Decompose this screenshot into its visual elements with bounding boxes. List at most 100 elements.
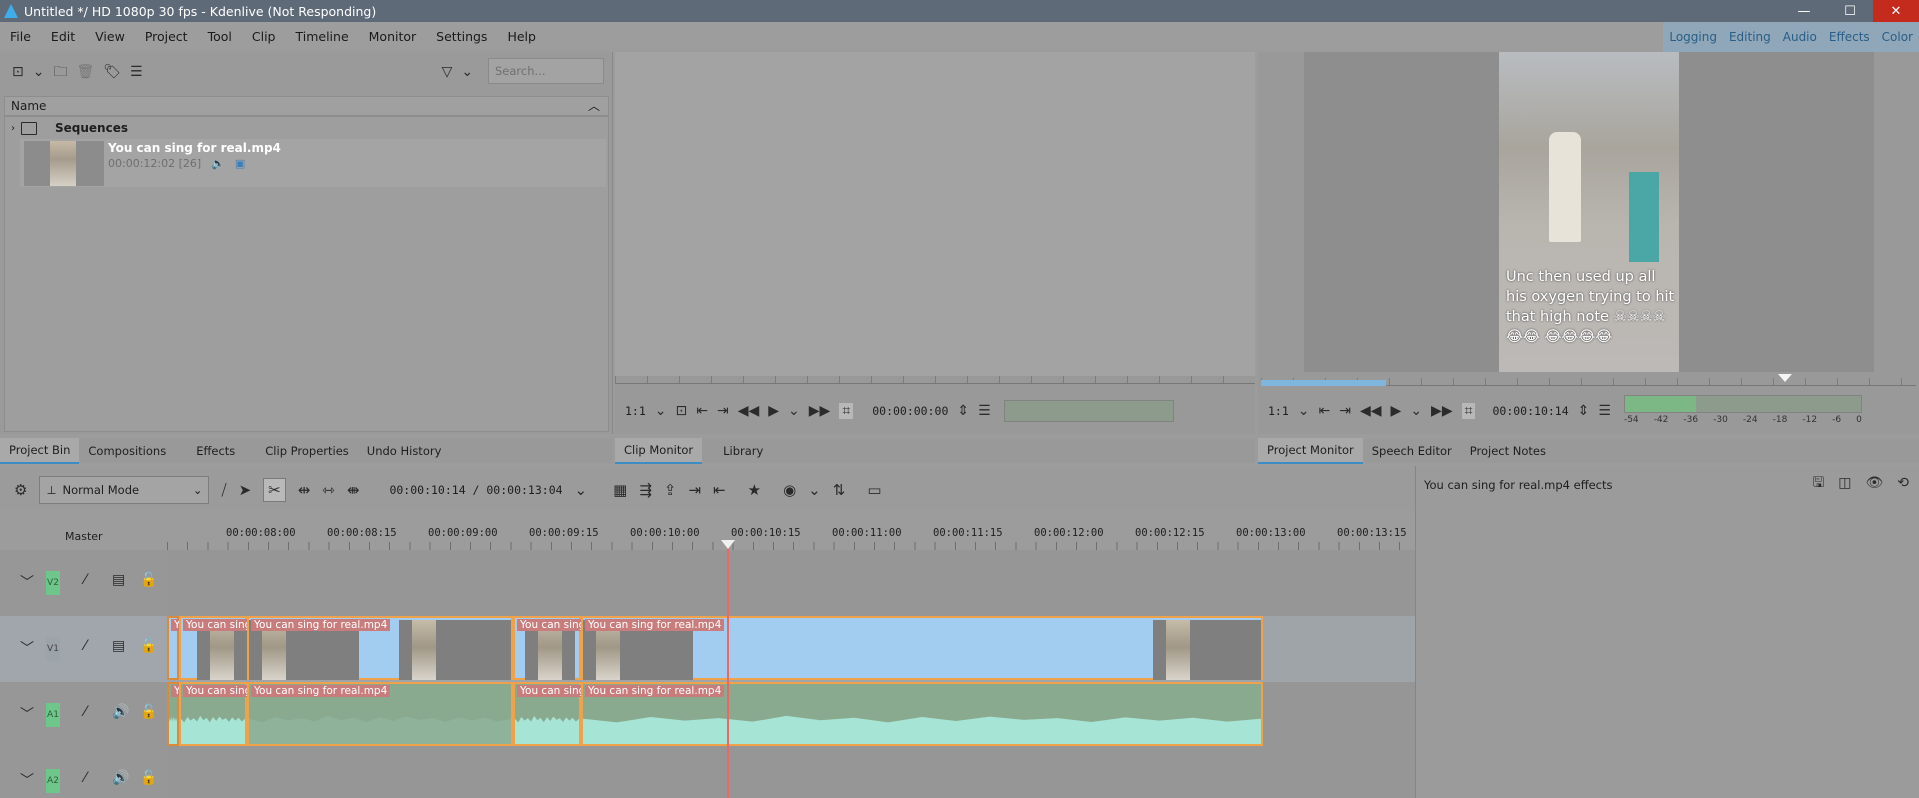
timeline-clip[interactable]: You can sing	[179, 616, 255, 680]
tab-project-bin[interactable]: Project Bin	[0, 438, 80, 464]
chevron-down-icon[interactable]: ⌄	[808, 481, 821, 499]
timeline-tracks[interactable]: Y You can sing You can sing for real.mp4…	[167, 550, 1415, 798]
menu-settings[interactable]: Settings	[426, 29, 497, 44]
favorite-star-icon[interactable]: ★	[748, 481, 761, 499]
track-header-a1[interactable]: ﹀ A1 ⁄ 🔊 🔓	[0, 682, 167, 748]
bin-search-input[interactable]: Search...	[488, 58, 604, 84]
mixer-icon[interactable]: ⇅	[833, 481, 846, 499]
timeline-clip[interactable]: You can sing for real.mp4	[581, 616, 1263, 680]
lock-icon[interactable]: 🔓	[140, 638, 157, 654]
menu-file[interactable]: File	[0, 29, 41, 44]
collapse-track-icon[interactable]: ﹀	[20, 572, 34, 592]
menu-timeline[interactable]: Timeline	[285, 29, 358, 44]
set-out-icon[interactable]: ⇥	[1339, 404, 1351, 418]
clip-monitor-timecode[interactable]: 00:00:00:00	[872, 404, 948, 418]
menu-clip[interactable]: Clip	[242, 29, 286, 44]
set-in-icon[interactable]: ⇤	[696, 404, 708, 418]
zoom-select[interactable]: 1:1	[1268, 404, 1289, 418]
expand-arrow-icon[interactable]: ›	[11, 123, 15, 134]
playhead-handle[interactable]	[721, 540, 735, 549]
edit-mode-select[interactable]: ⊥ Normal Mode ⌄	[39, 476, 210, 504]
close-button[interactable]: ✕	[1873, 0, 1919, 22]
subtitle-icon[interactable]: ▭	[867, 481, 881, 499]
chevron-down-icon[interactable]: ⌄	[655, 404, 667, 418]
tab-clip-properties[interactable]: Clip Properties	[256, 439, 358, 463]
menu-help[interactable]: Help	[497, 29, 546, 44]
select-tool-icon[interactable]: ➤	[239, 481, 252, 499]
track-header-a2[interactable]: ﹀ A2 ⁄ 🔊 🔓	[0, 748, 167, 798]
spacer-tool-icon[interactable]: ⇹	[298, 481, 311, 499]
ripple-tool-icon[interactable]: ⇿	[322, 481, 335, 499]
timecode-spinner-icon[interactable]: ⇕	[957, 404, 969, 418]
layout-audio[interactable]: Audio	[1777, 30, 1823, 44]
track-lane-a1[interactable]: Y You can sing You can sing for real.mp4…	[167, 682, 1415, 748]
razor-all-icon[interactable]: ⧸	[221, 481, 226, 499]
track-lane-v2[interactable]	[167, 550, 1415, 616]
effects-wand-icon[interactable]: ⁄	[84, 572, 86, 588]
chevron-down-icon[interactable]: ⌄	[461, 65, 473, 79]
tab-clip-monitor[interactable]: Clip Monitor	[615, 438, 703, 464]
film-icon[interactable]: ▤	[112, 638, 125, 654]
clip-monitor-ruler[interactable]	[615, 376, 1255, 384]
effects-wand-icon[interactable]: ⁄	[84, 770, 86, 786]
layout-color[interactable]: Color	[1876, 30, 1919, 44]
maximize-button[interactable]: ☐	[1827, 0, 1873, 22]
audio-clip[interactable]: You can sing for real.mp4	[581, 682, 1263, 746]
timeline-clip[interactable]: You can sing for real.mp4	[247, 616, 513, 680]
audio-clip[interactable]: You can sing for real.mp4	[247, 682, 513, 746]
split-icon[interactable]: ⇤	[713, 481, 726, 499]
layout-logging[interactable]: Logging	[1663, 30, 1723, 44]
chevron-down-icon[interactable]: ⌄	[575, 481, 588, 499]
lock-icon[interactable]: 🔓	[140, 704, 157, 720]
set-in-icon[interactable]: ⇤	[1319, 404, 1331, 418]
chevron-down-icon[interactable]: ⌄	[33, 65, 45, 79]
lock-icon[interactable]: 🔓	[140, 572, 157, 588]
eye-icon[interactable]: 👁	[1865, 476, 1883, 490]
timeline-clip[interactable]: Y	[167, 616, 184, 680]
forward-icon[interactable]: ▶▶	[1431, 404, 1453, 418]
hamburger-menu-icon[interactable]: ☰	[130, 65, 143, 79]
audio-icon[interactable]: 🔈	[211, 157, 225, 170]
speaker-icon[interactable]: 🔊	[112, 704, 129, 720]
lift-icon[interactable]: ⇥	[688, 481, 701, 499]
timeline-settings-icon[interactable]: ⚙	[14, 481, 27, 499]
menu-view[interactable]: View	[85, 29, 135, 44]
set-out-icon[interactable]: ⇥	[717, 404, 729, 418]
project-monitor-timecode[interactable]: 00:00:10:14	[1492, 404, 1568, 418]
bin-column-header[interactable]: Name ︿	[4, 96, 609, 116]
tab-compositions[interactable]: Compositions	[79, 439, 175, 463]
video-icon[interactable]: ▣	[235, 157, 245, 170]
tab-project-monitor[interactable]: Project Monitor	[1258, 438, 1363, 464]
crop-icon[interactable]: ⌗	[839, 403, 854, 419]
audio-clip[interactable]: You can sing	[179, 682, 255, 746]
layout-editing[interactable]: Editing	[1723, 30, 1777, 44]
rewind-icon[interactable]: ◀◀	[1360, 404, 1382, 418]
reset-icon[interactable]: ⟲	[1897, 476, 1909, 490]
timeline-clip[interactable]: You can sing	[513, 616, 589, 680]
menu-edit[interactable]: Edit	[41, 29, 85, 44]
effects-wand-icon[interactable]: ⁄	[84, 638, 86, 654]
clip-monitor-screen[interactable]	[615, 52, 1255, 376]
collapse-track-icon[interactable]: ﹀	[20, 704, 34, 724]
lock-icon[interactable]: 🔓	[140, 770, 157, 786]
effects-wand-icon[interactable]: ⁄	[84, 704, 86, 720]
fit-zoom-icon[interactable]: ⊡	[676, 404, 688, 418]
audio-clip[interactable]: Y	[167, 682, 184, 746]
tag-icon[interactable]: 🏷	[103, 65, 121, 79]
track-header-v2[interactable]: ﹀ V2 ⁄ ▤ 🔓	[0, 550, 167, 616]
collapse-track-icon[interactable]: ﹀	[20, 638, 34, 658]
bin-clip-item[interactable]: You can sing for real.mp4 00:00:12:02 [2…	[20, 139, 606, 187]
minimize-button[interactable]: —	[1781, 0, 1827, 22]
layout-effects[interactable]: Effects	[1823, 30, 1876, 44]
save-effect-icon[interactable]: 🖫	[1812, 476, 1824, 490]
play-icon[interactable]: ▶	[1391, 404, 1402, 418]
tab-speech-editor[interactable]: Speech Editor	[1363, 439, 1461, 463]
monitor-menu-icon[interactable]: ☰	[978, 404, 991, 418]
menu-monitor[interactable]: Monitor	[359, 29, 427, 44]
chevron-down-icon[interactable]: ⌄	[1298, 404, 1310, 418]
tab-library[interactable]: Library	[714, 439, 772, 463]
forward-icon[interactable]: ▶▶	[809, 404, 831, 418]
tab-effects[interactable]: Effects	[187, 439, 244, 463]
overwrite-icon[interactable]: ⇶	[639, 481, 652, 499]
menu-project[interactable]: Project	[135, 29, 198, 44]
